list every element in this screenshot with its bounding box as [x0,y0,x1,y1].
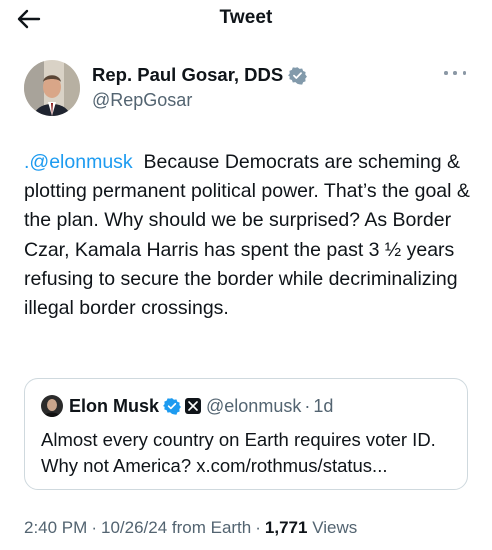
quoted-timestamp: 1d [313,395,334,416]
verified-badge-icon [163,398,181,415]
avatar[interactable] [24,60,80,116]
tweet-date-source[interactable]: 10/26/24 from Earth [101,518,251,537]
page-title: Tweet [219,7,273,28]
author-handle[interactable]: @RepGosar [92,90,192,111]
header-bar: Tweet [0,0,492,40]
verified-badge-icon [288,66,308,85]
author-name[interactable]: Rep. Paul Gosar, DDS [92,64,283,86]
separator-dot: · [255,518,261,537]
quoted-author-name: Elon Musk [69,395,160,416]
views-count: 1,771 [264,518,308,537]
x-affiliate-icon [185,398,202,414]
more-options-icon[interactable] [444,66,466,80]
quoted-tweet-header: Elon Musk @elonmusk · 1d [41,395,333,417]
avatar-image [24,60,80,116]
tweet-meta: 2:40 PM · 10/26/24 from Earth · 1,771 Views [24,518,357,538]
mention-link[interactable]: .@elonmusk [24,151,133,173]
tweet-time[interactable]: 2:40 PM [24,518,87,537]
quoted-tweet[interactable]: Elon Musk @elonmusk · 1d Almost every co… [24,378,468,490]
separator-dot: · [304,395,311,416]
tweet-text: .@elonmusk Because Democrats are schemin… [24,148,474,323]
tweet-author: Rep. Paul Gosar, DDS @RepGosar [24,60,474,120]
quoted-author-handle: @elonmusk [206,395,302,416]
tweet-body: Because Democrats are scheming & plottin… [24,151,470,320]
views-label: Views [312,518,358,537]
separator-dot: · [91,518,97,537]
quoted-tweet-text: Almost every country on Earth requires v… [41,429,436,476]
quoted-avatar [41,395,63,417]
